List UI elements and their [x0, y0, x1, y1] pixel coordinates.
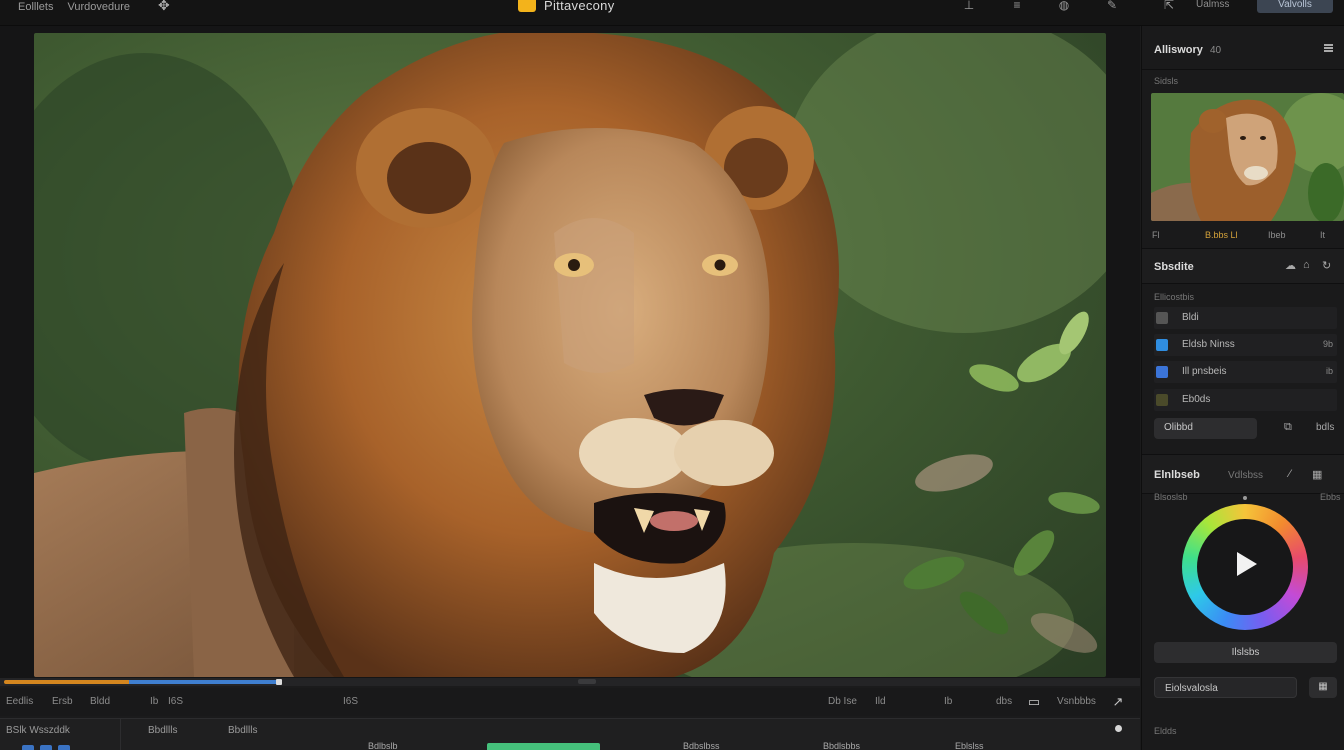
- thumb-meta-right: Ibeb: [1268, 230, 1286, 240]
- control-label-c[interactable]: Ib: [150, 696, 158, 707]
- scrubber-handle[interactable]: [276, 679, 282, 685]
- control-label-g[interactable]: Ild: [875, 696, 886, 707]
- top-primary-button[interactable]: Valvolls: [1257, 0, 1333, 13]
- color-wheel-center: [1197, 519, 1293, 615]
- playback-scrubber[interactable]: [0, 678, 1140, 686]
- track-divider: [120, 719, 121, 750]
- adjust-section: Alliswory 40: [1142, 26, 1344, 70]
- control-label-e[interactable]: I6S: [343, 696, 358, 707]
- menu-item-file[interactable]: Eolllets: [18, 1, 53, 13]
- control-label-mode[interactable]: Eedlis: [6, 696, 33, 707]
- globe-icon[interactable]: ◍: [1055, 0, 1073, 12]
- timeline-header-2: Bbdllls: [228, 725, 258, 736]
- top-plain-button[interactable]: Ualmss: [1196, 0, 1229, 10]
- layer-label-1: Bldi: [1182, 312, 1199, 323]
- timeline-marker-4[interactable]: Eblslss: [955, 741, 984, 750]
- color-grid-button[interactable]: ▦: [1309, 677, 1337, 698]
- layer-value-2: 9b: [1322, 339, 1333, 349]
- color-sub-right: Ebbs: [1320, 492, 1341, 502]
- top-menu: Eolllets Vurdovedure: [18, 0, 130, 14]
- playhead-dot[interactable]: [1115, 725, 1122, 732]
- selection-header: Sbsdite ☁ ⌂ ↻: [1142, 248, 1344, 284]
- control-label-j[interactable]: Vsnbbbs: [1057, 696, 1096, 707]
- selection-subtitle: Ellicostbis: [1154, 292, 1195, 302]
- lock-icon[interactable]: ⌂: [1303, 259, 1310, 271]
- caption-icon[interactable]: ▭: [1026, 694, 1042, 709]
- export-icon[interactable]: ⇱: [1160, 0, 1178, 12]
- timeline-marker-2[interactable]: Bdbslbss: [683, 741, 720, 750]
- adjust-title: Alliswory: [1154, 44, 1203, 56]
- grid-icon[interactable]: ▦: [1312, 468, 1322, 481]
- control-label-d[interactable]: I6S: [168, 696, 183, 707]
- app-title-wrap: Pittavecony: [518, 0, 615, 12]
- selection-title: Sbsdite: [1154, 261, 1194, 273]
- layer-swatch-3: [1156, 366, 1168, 378]
- timeline-marker-3[interactable]: Bbdlsbbs: [823, 741, 860, 750]
- top-bar: Eolllets Vurdovedure ✥ Pittavecony ⊥ ≡ ◍…: [0, 0, 1344, 26]
- share-icon[interactable]: ↗: [1110, 694, 1126, 709]
- layer-row-1[interactable]: Bldi: [1154, 307, 1337, 329]
- control-label-h[interactable]: Ib: [944, 696, 952, 707]
- thumbnail-image: [1151, 93, 1344, 221]
- color-value-input[interactable]: Eiolsvalosla: [1154, 677, 1297, 698]
- playback-controls: Eedlis Ersb Bldd Ib I6S I6S Db Ise Ild I…: [0, 688, 1140, 716]
- eyedropper-icon[interactable]: ⁄: [1289, 468, 1291, 480]
- menu-icon[interactable]: [1324, 44, 1333, 52]
- timeline-clip[interactable]: [487, 743, 600, 750]
- list-icon[interactable]: ≡: [1008, 0, 1026, 12]
- cloud-icon[interactable]: ☁: [1285, 259, 1296, 272]
- preview-thumbnail[interactable]: [1151, 93, 1344, 221]
- scrubber-buffer: [129, 680, 276, 684]
- app-logo: [518, 0, 536, 12]
- timeline: BSlk Wsszddk Bbdllls Bbdllls Bdlbslb Bdb…: [0, 718, 1140, 750]
- pen-icon[interactable]: ✎: [1103, 0, 1121, 12]
- color-tab[interactable]: Vdlsbss: [1228, 470, 1263, 481]
- right-panel: Alliswory 40 Sidsls Fl B.bbs Ll Ibeb It …: [1141, 26, 1344, 750]
- thumb-meta-left: Fl: [1152, 230, 1160, 240]
- timeline-marker-1[interactable]: Bdlbslb: [368, 741, 398, 750]
- layer-label-3: Ill pnsbeis: [1182, 366, 1227, 377]
- layer-row-2[interactable]: Eldsb Ninss 9b: [1154, 334, 1337, 356]
- layer-swatch-2: [1156, 339, 1168, 351]
- color-title: Elnlbseb: [1154, 469, 1200, 481]
- track-label: BSlk Wsszddk: [6, 725, 70, 736]
- scrubber-progress: [4, 680, 129, 684]
- lion-photo: [34, 33, 1106, 677]
- stack-icon[interactable]: ⧉: [1284, 421, 1292, 434]
- menu-item-view[interactable]: Vurdovedure: [67, 1, 130, 13]
- selection-pill-button[interactable]: Olibbd: [1154, 418, 1257, 439]
- app-title: Pittavecony: [544, 0, 615, 13]
- play-icon[interactable]: [1237, 552, 1257, 576]
- color-wheel[interactable]: [1182, 504, 1308, 630]
- wheel-marker[interactable]: [1243, 496, 1247, 500]
- control-label-b[interactable]: Bldd: [90, 696, 110, 707]
- color-sub-left: Blsoslsb: [1154, 492, 1188, 502]
- scrubber-center-grip[interactable]: [578, 679, 596, 684]
- layer-swatch-1: [1156, 312, 1168, 324]
- image-canvas[interactable]: [34, 33, 1106, 677]
- timeline-header-1: Bbdllls: [148, 725, 178, 736]
- control-label-f[interactable]: Db Ise: [828, 696, 857, 707]
- color-header: Elnlbseb Vdlsbss ⁄ ▦: [1142, 454, 1344, 494]
- thumb-meta-far: It: [1320, 230, 1326, 240]
- layer-row-3[interactable]: Ill pnsbeis ib: [1154, 361, 1337, 383]
- pin-icon[interactable]: ⊥: [960, 0, 978, 12]
- control-label-i[interactable]: dbs: [996, 696, 1012, 707]
- layer-row-4[interactable]: Eb0ds: [1154, 389, 1337, 411]
- refresh-icon[interactable]: ↻: [1322, 259, 1331, 272]
- track-tabs[interactable]: [22, 745, 70, 750]
- control-label-a[interactable]: Ersb: [52, 696, 73, 707]
- layer-label-2: Eldsb Ninss: [1182, 339, 1235, 350]
- cursor-icon[interactable]: ✥: [158, 0, 178, 12]
- layer-value-3: ib: [1325, 366, 1333, 376]
- adjust-count: 40: [1210, 45, 1222, 56]
- layer-swatch-4: [1156, 394, 1168, 406]
- apply-wide-button[interactable]: Ilslsbs: [1154, 642, 1337, 663]
- layer-label-4: Eb0ds: [1182, 394, 1211, 405]
- color-bottom-label: Eldds: [1154, 726, 1177, 736]
- thumb-meta-mid: B.bbs Ll: [1205, 230, 1238, 240]
- adjust-subtitle: Sidsls: [1154, 76, 1179, 86]
- selection-right-label[interactable]: bdls: [1316, 422, 1334, 433]
